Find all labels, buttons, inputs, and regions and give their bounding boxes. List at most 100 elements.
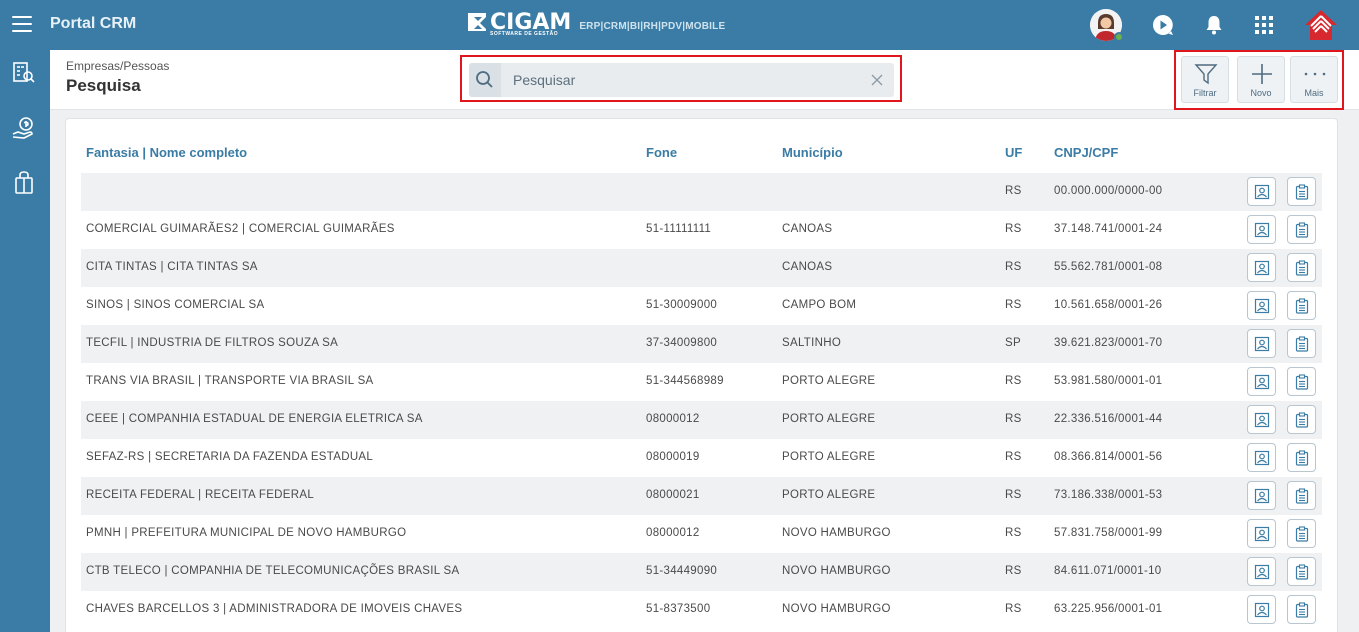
view-details-button[interactable]: [1287, 405, 1316, 434]
table-row[interactable]: RS 00.000.000/0000-00: [81, 173, 1322, 211]
cell-phone: 08000019: [646, 451, 700, 463]
view-contact-button[interactable]: [1247, 595, 1276, 624]
clipboard-icon: [1295, 336, 1309, 352]
cell-uf: SP: [1005, 337, 1021, 349]
view-contact-button[interactable]: [1247, 443, 1276, 472]
cigam-mark-icon: [468, 13, 486, 31]
cell-uf: RS: [1005, 223, 1022, 235]
view-contact-button[interactable]: [1247, 215, 1276, 244]
cell-name: COMERCIAL GUIMARÃES2 | COMERCIAL GUIMARÃ…: [86, 223, 395, 235]
contact-card-icon: [1254, 260, 1270, 276]
view-contact-button[interactable]: [1247, 367, 1276, 396]
table-row[interactable]: COMERCIAL GUIMARÃES2 | COMERCIAL GUIMARÃ…: [81, 211, 1322, 249]
search-input[interactable]: [513, 63, 853, 97]
view-details-button[interactable]: [1287, 443, 1316, 472]
cell-phone: 51-34449090: [646, 565, 718, 577]
cell-document: 10.561.658/0001-26: [1054, 299, 1163, 311]
search-icon: [476, 71, 493, 88]
contact-card-icon: [1254, 412, 1270, 428]
view-contact-button[interactable]: [1247, 519, 1276, 548]
apps-grid-icon[interactable]: [1252, 13, 1276, 37]
view-details-button[interactable]: [1287, 481, 1316, 510]
cell-city: NOVO HAMBURGO: [782, 565, 891, 577]
clipboard-icon: [1295, 450, 1309, 466]
contact-card-icon: [1254, 526, 1270, 542]
column-header-uf[interactable]: UF: [1005, 145, 1022, 160]
search-button[interactable]: [469, 63, 501, 97]
search-bar: [469, 63, 894, 97]
view-details-button[interactable]: [1287, 367, 1316, 396]
clipboard-icon: [1295, 374, 1309, 390]
cell-uf: RS: [1005, 413, 1022, 425]
view-details-button[interactable]: [1287, 557, 1316, 586]
top-bar: Portal CRM CIGAM SOFTWARE DE GESTÃO ERP|…: [0, 0, 1359, 50]
sales-money-hand-icon[interactable]: [11, 116, 37, 142]
contact-card-icon: [1254, 564, 1270, 580]
table-row[interactable]: TRANS VIA BRASIL | TRANSPORTE VIA BRASIL…: [81, 363, 1322, 401]
view-contact-button[interactable]: [1247, 405, 1276, 434]
shopping-bag-icon[interactable]: [11, 170, 37, 196]
view-contact-button[interactable]: [1247, 253, 1276, 282]
table-row[interactable]: CTB TELECO | COMPANHIA DE TELECOMUNICAÇÕ…: [81, 553, 1322, 591]
view-details-button[interactable]: [1287, 215, 1316, 244]
new-button[interactable]: Novo: [1237, 56, 1285, 103]
table-row[interactable]: CHAVES BARCELLOS 3 | ADMINISTRADORA DE I…: [81, 591, 1322, 629]
contact-card-icon: [1254, 450, 1270, 466]
more-button[interactable]: Mais: [1290, 56, 1338, 103]
table-row[interactable]: RECEITA FEDERAL | RECEITA FEDERAL 0800002…: [81, 477, 1322, 515]
view-contact-button[interactable]: [1247, 291, 1276, 320]
column-header-name[interactable]: Fantasia | Nome completo: [86, 145, 247, 160]
brand-modules: ERP|CRM|BI|RH|PDV|MOBILE: [579, 21, 726, 32]
column-header-city[interactable]: Município: [782, 145, 843, 160]
view-details-button[interactable]: [1287, 519, 1316, 548]
filter-icon: [1194, 64, 1218, 85]
table-row[interactable]: SINOS | SINOS COMERCIAL SA 51-30009000 CAM…: [81, 287, 1322, 325]
brand-name: CIGAM: [490, 10, 572, 35]
view-details-button[interactable]: [1287, 595, 1316, 624]
video-play-icon[interactable]: [1151, 13, 1175, 37]
cell-phone: 51-11111111: [646, 223, 712, 235]
brand-tagline: SOFTWARE DE GESTÃO: [490, 31, 559, 37]
view-contact-button[interactable]: [1247, 329, 1276, 358]
new-button-label: Novo: [1250, 88, 1272, 98]
company-home-icon[interactable]: [1304, 8, 1338, 42]
app-title: Portal CRM: [50, 15, 137, 32]
cell-phone: 51-30009000: [646, 299, 718, 311]
contacts-search-icon[interactable]: [11, 60, 37, 86]
notification-bell-icon[interactable]: [1202, 13, 1226, 37]
contact-card-icon: [1254, 374, 1270, 390]
view-contact-button[interactable]: [1247, 177, 1276, 206]
filter-button[interactable]: Filtrar: [1181, 56, 1229, 103]
cell-document: 00.000.000/0000-00: [1054, 185, 1163, 197]
filter-button-label: Filtrar: [1193, 88, 1217, 98]
sidebar: [0, 50, 50, 632]
view-details-button[interactable]: [1287, 291, 1316, 320]
clear-search-icon[interactable]: [869, 72, 885, 88]
menu-icon[interactable]: [12, 16, 32, 34]
cell-city: PORTO ALEGRE: [782, 451, 876, 463]
table-row[interactable]: CITA TINTAS | CITA TINTAS SA CANOAS RS 55.5…: [81, 249, 1322, 287]
column-header-document[interactable]: CNPJ/CPF: [1054, 145, 1118, 160]
table-row[interactable]: SEFAZ-RS | SECRETARIA DA FAZENDA ESTADUA…: [81, 439, 1322, 477]
table-row[interactable]: TECFIL | INDUSTRIA DE FILTROS SOUZA SA 37…: [81, 325, 1322, 363]
cell-name: SINOS | SINOS COMERCIAL SA: [86, 299, 265, 311]
view-details-button[interactable]: [1287, 329, 1316, 358]
table-row[interactable]: PMNH | PREFEITURA MUNICIPAL DE NOVO HAMB…: [81, 515, 1322, 553]
cell-document: 55.562.781/0001-08: [1054, 261, 1163, 273]
online-status-dot: [1114, 32, 1124, 42]
table-row[interactable]: CEEE | COMPANHIA ESTADUAL DE ENERGIA ELE…: [81, 401, 1322, 439]
breadcrumb[interactable]: Empresas/Pessoas: [66, 59, 169, 73]
cell-city: CANOAS: [782, 261, 833, 273]
clipboard-icon: [1295, 222, 1309, 238]
cigam-logo: CIGAM SOFTWARE DE GESTÃO ERP|CRM|BI|RH|P…: [466, 10, 726, 37]
view-details-button[interactable]: [1287, 177, 1316, 206]
view-contact-button[interactable]: [1247, 557, 1276, 586]
cell-name: SEFAZ-RS | SECRETARIA DA FAZENDA ESTADUA…: [86, 451, 374, 463]
cell-uf: RS: [1005, 261, 1022, 273]
view-details-button[interactable]: [1287, 253, 1316, 282]
clipboard-icon: [1295, 184, 1309, 200]
view-contact-button[interactable]: [1247, 481, 1276, 510]
cell-document: 08.366.814/0001-56: [1054, 451, 1163, 463]
contact-card-icon: [1254, 602, 1270, 618]
column-header-phone[interactable]: Fone: [646, 145, 677, 160]
